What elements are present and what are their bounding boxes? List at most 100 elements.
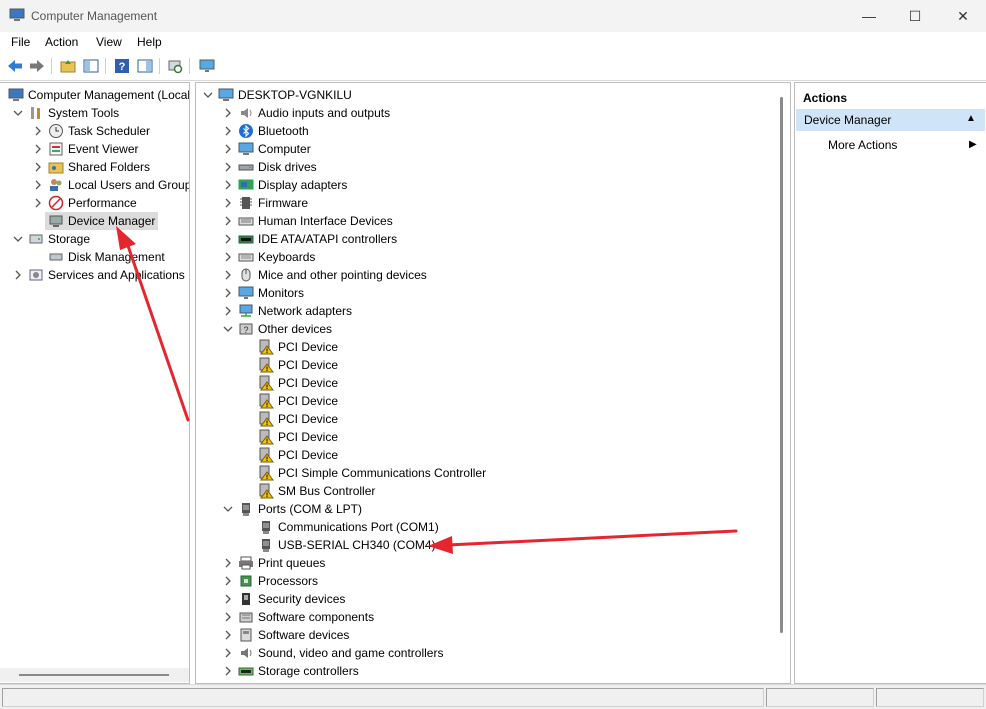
- tree-item-label: Sound, video and game controllers: [258, 646, 444, 660]
- toolbar: ?: [0, 52, 986, 81]
- warning-device-icon: [258, 465, 274, 481]
- chevron-right-icon[interactable]: [222, 268, 234, 282]
- audio-icon: [238, 105, 254, 121]
- back-icon[interactable]: [6, 57, 24, 75]
- chevron-right-icon[interactable]: [32, 178, 44, 192]
- chevron-right-icon[interactable]: [222, 664, 234, 678]
- chevron-right-icon[interactable]: [222, 214, 234, 228]
- disk-icon: [48, 249, 64, 265]
- chevron-right-icon[interactable]: [222, 178, 234, 192]
- title-bar: Computer Management — ☐ ✕: [0, 0, 986, 32]
- forward-icon[interactable]: [28, 57, 46, 75]
- actions-section-device-manager[interactable]: Device Manager ▲: [796, 109, 985, 131]
- chevron-right-icon[interactable]: [222, 556, 234, 570]
- chevron-right-icon[interactable]: [222, 304, 234, 318]
- more-actions-link[interactable]: More Actions: [828, 138, 897, 152]
- minimize-button[interactable]: —: [846, 0, 892, 32]
- chevron-down-icon[interactable]: [12, 106, 24, 120]
- computer-icon: [218, 87, 234, 103]
- console-tree-item-device-manager[interactable]: Device Manager: [45, 212, 158, 230]
- tree-item-label: Storage controllers: [258, 664, 359, 678]
- tree-item-label: PCI Device: [278, 358, 339, 372]
- up-folder-icon[interactable]: [59, 57, 77, 75]
- event-viewer-icon: [48, 141, 64, 157]
- tree-item-label: PCI Device: [278, 412, 339, 426]
- chevron-right-icon[interactable]: [222, 142, 234, 156]
- scrollbar-thumb[interactable]: [780, 97, 783, 633]
- status-cell: [766, 688, 874, 707]
- chevron-down-icon[interactable]: [12, 232, 24, 246]
- scrollbar-thumb[interactable]: [19, 674, 169, 676]
- network-icon: [238, 303, 254, 319]
- submenu-arrow-icon: ▶: [969, 139, 977, 150]
- chevron-right-icon[interactable]: [222, 286, 234, 300]
- chevron-down-icon[interactable]: [222, 502, 234, 516]
- menu-action[interactable]: Action: [45, 35, 78, 49]
- chevron-right-icon[interactable]: [12, 268, 24, 282]
- tree-item-label: Local Users and Groups: [68, 178, 190, 192]
- chevron-right-icon[interactable]: [32, 124, 44, 138]
- chevron-right-icon[interactable]: [222, 196, 234, 210]
- menu-view[interactable]: View: [96, 35, 122, 49]
- chevron-right-icon[interactable]: [32, 142, 44, 156]
- scan-hardware-icon[interactable]: [166, 57, 184, 75]
- menu-help[interactable]: Help: [137, 35, 162, 49]
- device-tree[interactable]: DESKTOP-VGNKILU Audio inputs and outputs B…: [195, 82, 791, 684]
- toolbar-separator: [51, 58, 52, 74]
- chevron-right-icon[interactable]: [222, 106, 234, 120]
- svg-text:?: ?: [243, 325, 248, 335]
- tree-item-label: IDE ATA/ATAPI controllers: [258, 232, 398, 246]
- other-devices-icon: ?: [238, 321, 254, 337]
- console-tree[interactable]: Computer Management (Local System Tools Ta…: [0, 82, 190, 684]
- port-icon: [258, 519, 274, 535]
- mouse-icon: [238, 267, 254, 283]
- chevron-right-icon[interactable]: [32, 196, 44, 210]
- software-device-icon: [238, 627, 254, 643]
- chevron-right-icon[interactable]: [222, 628, 234, 642]
- show-hide-action-pane-icon[interactable]: [136, 57, 154, 75]
- maximize-button[interactable]: ☐: [892, 0, 938, 32]
- tree-item-label: PCI Device: [278, 448, 339, 462]
- chevron-right-icon[interactable]: [222, 250, 234, 264]
- chevron-right-icon[interactable]: [222, 124, 234, 138]
- toolbar-separator: [159, 58, 160, 74]
- menu-file[interactable]: File: [11, 35, 30, 49]
- chevron-down-icon[interactable]: [222, 322, 234, 336]
- chevron-down-icon[interactable]: [202, 88, 214, 102]
- chevron-right-icon[interactable]: [222, 160, 234, 174]
- chevron-right-icon[interactable]: [222, 232, 234, 246]
- computer-management-icon: [9, 8, 25, 21]
- horizontal-scrollbar[interactable]: [0, 668, 189, 682]
- tree-item-label: DESKTOP-VGNKILU: [238, 88, 352, 102]
- tree-item-label: PCI Device: [278, 394, 339, 408]
- tree-item-label: Human Interface Devices: [258, 214, 393, 228]
- tree-item-label: Display adapters: [258, 178, 348, 192]
- tree-item-label: Shared Folders: [68, 160, 151, 174]
- tree-item-label: Device Manager: [68, 214, 156, 228]
- tree-item-label: Network adapters: [258, 304, 353, 318]
- tree-item-label: USB-SERIAL CH340 (COM4): [278, 538, 436, 552]
- chevron-right-icon[interactable]: [222, 574, 234, 588]
- chevron-right-icon[interactable]: [222, 592, 234, 606]
- show-hide-tree-icon[interactable]: [82, 57, 100, 75]
- chevron-right-icon[interactable]: [222, 646, 234, 660]
- tree-item-label: Ports (COM & LPT): [258, 502, 363, 516]
- chevron-right-icon[interactable]: [32, 160, 44, 174]
- chevron-right-icon[interactable]: [222, 610, 234, 624]
- warning-device-icon: [258, 483, 274, 499]
- monitor-icon: [238, 285, 254, 301]
- sound-icon: [238, 645, 254, 661]
- tree-item-label: PCI Device: [278, 430, 339, 444]
- actions-header: Actions: [795, 86, 986, 108]
- help-icon[interactable]: ?: [113, 57, 131, 75]
- monitor-icon[interactable]: [198, 57, 216, 75]
- device-manager-icon: [48, 213, 64, 229]
- services-icon: [28, 267, 44, 283]
- tree-item-label: Computer: [258, 142, 311, 156]
- collapse-up-icon[interactable]: ▲: [966, 113, 976, 124]
- close-button[interactable]: ✕: [940, 0, 986, 32]
- tree-item-label: PCI Device: [278, 376, 339, 390]
- vertical-scrollbar[interactable]: [775, 83, 789, 683]
- tree-item-label: Disk Management: [68, 250, 165, 264]
- security-icon: [238, 591, 254, 607]
